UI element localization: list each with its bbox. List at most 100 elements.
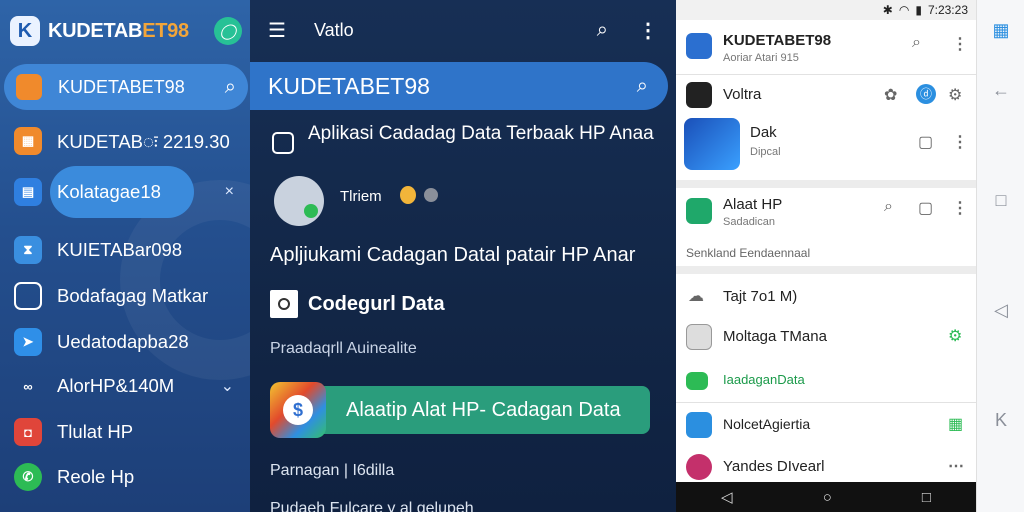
sidebar-item-2[interactable]: ▤ Kolatagae18 × [14, 175, 244, 209]
row-sub: Sadadican [723, 216, 775, 228]
grid-icon[interactable]: ▦ [948, 414, 963, 434]
home-icon[interactable]: ○ [823, 489, 832, 506]
square-icon[interactable]: □ [977, 190, 1024, 211]
sidebar-item-4[interactable]: Bodafagag Matkar [14, 279, 244, 313]
collapse-icon[interactable]: K [977, 410, 1024, 431]
copy-icon[interactable]: ▢ [918, 132, 933, 152]
close-icon[interactable]: × [225, 183, 234, 201]
sidebar-search-bar[interactable]: KUDETABET98 ⌕ [4, 64, 248, 110]
gear-icon[interactable]: ⚙ [948, 326, 962, 346]
more-vert-icon[interactable]: ⋮ [952, 34, 968, 54]
menu-icon[interactable]: ☰ [268, 18, 286, 43]
camera-icon: ◘ [14, 418, 42, 446]
phone-list-item[interactable]: Moltaga TMana ⚙ [676, 322, 976, 352]
row-label: Tlriem [340, 188, 382, 205]
sidebar-item-label: KUDETABः 2219.30 [57, 130, 230, 152]
avatar-icon [686, 454, 712, 480]
sidebar-item-label: Kolatagae18 [57, 181, 161, 202]
chat-badge-icon[interactable]: ◯ [214, 17, 242, 45]
phone-header-sub: Aoriar Atari 915 [723, 52, 799, 64]
bar-title: KUDETABET98 [268, 72, 430, 99]
footer-text-2: Pudaeh Fulcare y al gelupeh [270, 500, 474, 512]
row-title: Alaat HP [723, 196, 783, 213]
search-icon[interactable]: ⌕ [225, 76, 236, 99]
toggle-icon[interactable]: ⓓ [916, 84, 936, 104]
phone-header-title: KUDETABET98 [723, 32, 832, 49]
recents-icon[interactable]: □ [922, 489, 931, 506]
right-rail: ▦ ← □ ◁ K [976, 0, 1024, 512]
backup-app-icon: $ [270, 382, 326, 438]
status-bar: ✱ ◠ ▮ 7:23:23 [676, 0, 976, 20]
app-logo-icon [686, 33, 712, 59]
chevron-down-icon[interactable]: ⌄ [221, 376, 234, 396]
phone-row-dak[interactable]: Dak Dipcal ▢ ⋮ [676, 116, 976, 172]
battery-icon: ▮ [915, 3, 922, 17]
sidebar-item-label: Tlulat HP [57, 421, 134, 442]
sidebar-item-label: Reole Hp [57, 466, 135, 487]
list-item-label: Tajt 7o1 M) [723, 288, 798, 305]
app-shortcut-icon [16, 74, 42, 100]
phone-row-alat[interactable]: Alaat HP Sadadican ⌕ ▢ ⋮ [676, 192, 976, 234]
card-title: Aplikasi Cadadag Data Terbaak HP Anaa [308, 123, 654, 144]
section-label-row: Senkland Eendaennaal [676, 244, 976, 264]
search-icon[interactable]: ⌕ [637, 75, 648, 98]
search-icon[interactable]: ⌕ [884, 198, 893, 216]
cta-label: Alaatip Alat HP- Cadagan Data [346, 398, 621, 421]
back-icon[interactable]: ◁ [721, 488, 733, 506]
search-icon[interactable]: ⌕ [597, 19, 608, 42]
phone-row-voltra[interactable]: Voltra ✿ ⓓ ⚙ [676, 80, 976, 110]
app-icon [686, 198, 712, 224]
sidebar-item-1[interactable]: ▦ KUDETABः 2219.30 [14, 124, 244, 158]
phone-list-item[interactable]: ☁ Tajt 7o1 M) [676, 284, 976, 310]
phone-list-item[interactable]: Yandes DIvearl ⋯ [676, 454, 976, 480]
gear-icon[interactable]: ⚙ [948, 85, 962, 105]
list-item-label: NolcetAgiertia [723, 416, 811, 432]
title-search-bar[interactable]: KUDETABET98 ⌕ [250, 62, 668, 110]
description-text: Apljiukami Cadagan Datal patair HP Anar [270, 244, 636, 266]
sidebar-item-6[interactable]: ∞ AlorHP&140M ⌄ [14, 369, 244, 403]
phone-list-item[interactable]: IaadaganData [676, 368, 976, 394]
more-vert-icon[interactable]: ⋮ [638, 18, 658, 43]
more-vert-icon[interactable]: ⋮ [952, 132, 968, 152]
back-icon[interactable]: ◁ [977, 300, 1024, 321]
sidebar-item-label: Bodafagag Matkar [57, 285, 209, 306]
send-icon: ➤ [14, 328, 42, 356]
main-panel: ☰ Vatlo ⌕ ⋮ KUDETABET98 ⌕ Aplikasi Cadad… [250, 0, 676, 512]
row-title: Voltra [723, 86, 762, 103]
settings-icon[interactable]: ✿ [884, 85, 897, 105]
grid-icon[interactable]: ▦ [977, 20, 1024, 41]
more-vert-icon[interactable]: ⋮ [952, 198, 968, 218]
list-item-label: Moltaga TMana [723, 328, 827, 345]
sidebar-item-3[interactable]: ⧗ KUIETABar098 [14, 233, 244, 267]
hourglass-icon: ⧗ [14, 236, 42, 264]
back-arrow-icon[interactable]: ← [977, 80, 1024, 101]
sidebar-header: K KUDETABET98 ◯ [10, 14, 242, 48]
wifi-icon: ◠ [898, 3, 910, 17]
search-icon[interactable]: ⌕ [912, 34, 921, 52]
section-header: Codegurl Data [270, 290, 445, 318]
backup-cta-button[interactable]: $ Alaatip Alat HP- Cadagan Data [270, 382, 650, 438]
cloud-icon: ☁ [688, 288, 704, 305]
list-item-label: Yandes DIvearl [723, 458, 825, 475]
phone-backup-icon [274, 176, 324, 226]
shield-icon [272, 132, 294, 154]
android-nav-bar: ◁ ○ □ [676, 482, 976, 512]
info-icon[interactable] [424, 188, 438, 202]
row-title: Dak [750, 124, 777, 141]
section-subtitle: Praadaqrll Auinealite [270, 340, 417, 357]
sidebar-item-label: Uedatodapba28 [57, 331, 189, 352]
phone-list-item[interactable]: NolcetAgiertia ▦ [676, 410, 976, 440]
phone-icon: ✆ [14, 463, 42, 491]
link-icon: ∞ [23, 378, 33, 394]
phone-screen: ✱ ◠ ▮ 7:23:23 KUDETABET98 Aoriar Atari 9… [676, 0, 976, 512]
sidebar-item-8[interactable]: ✆ Reole Hp [14, 460, 244, 494]
copy-icon[interactable]: ▢ [918, 198, 933, 218]
top-bar-title: Vatlo [313, 19, 354, 40]
more-horiz-icon[interactable]: ⋯ [948, 456, 964, 476]
status-time: 7:23:23 [927, 3, 968, 17]
sidebar-item-7[interactable]: ◘ Tlulat HP [14, 415, 244, 449]
sidebar-item-5[interactable]: ➤ Uedatodapba28 [14, 325, 244, 359]
app-logo-icon: K [10, 16, 40, 46]
phone-header: KUDETABET98 Aoriar Atari 915 ⌕ ⋮ [676, 30, 976, 74]
info-badge-icon[interactable] [400, 186, 416, 204]
